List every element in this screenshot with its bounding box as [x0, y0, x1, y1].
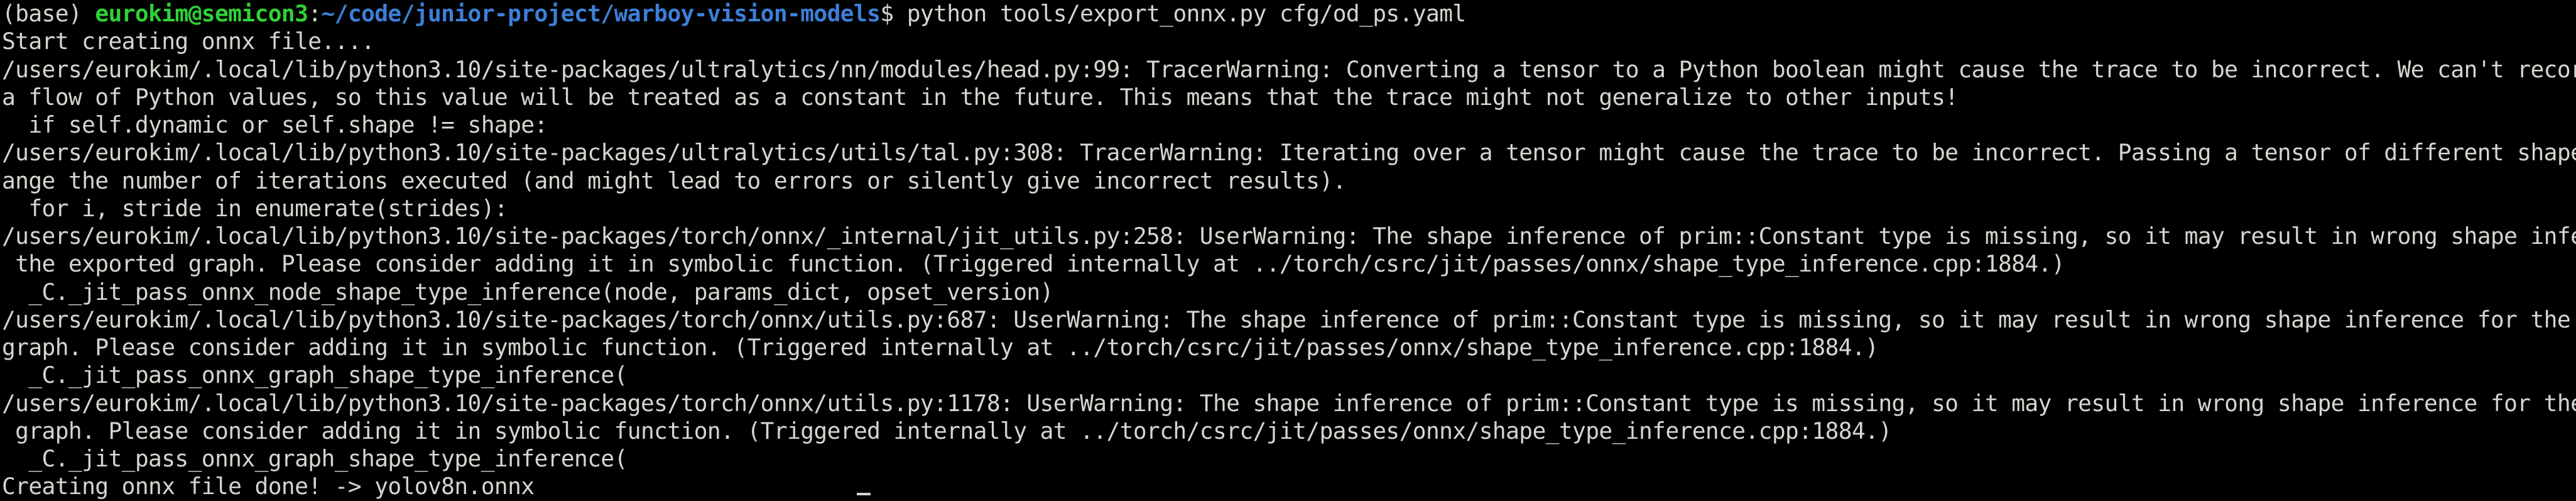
output-line: graph. Please consider adding it in symb…: [2, 417, 1892, 444]
command-text: python tools/export_onnx.py cfg/od_ps.ya…: [906, 0, 1466, 27]
output-line: /users/eurokim/.local/lib/python3.10/sit…: [2, 223, 2576, 250]
output-line: Creating onnx file done! -> yolov8n.onnx: [2, 473, 535, 500]
output-line: the exported graph. Please consider addi…: [2, 250, 2065, 278]
output-line: a flow of Python values, so this value w…: [2, 83, 1959, 111]
output-line: Start creating onnx file....: [2, 28, 375, 55]
output-line: /users/eurokim/.local/lib/python3.10/sit…: [2, 139, 2576, 167]
output-line: _C._jit_pass_onnx_graph_shape_type_infer…: [2, 361, 628, 389]
output-line: for i, stride in enumerate(strides):: [2, 194, 508, 222]
prompt-line: (base) eurokim@semicon3:~/code/junior-pr…: [2, 0, 2576, 28]
conda-env: (base): [2, 0, 95, 27]
prompt-symbol: $: [880, 0, 907, 27]
output-line: /users/eurokim/.local/lib/python3.10/sit…: [2, 55, 2576, 83]
prompt-colon: :: [308, 0, 322, 27]
output-line: if self.dynamic or self.shape != shape:: [2, 111, 548, 138]
output-line: graph. Please consider adding it in symb…: [2, 334, 1879, 361]
output-line: _C._jit_pass_onnx_node_shape_type_infere…: [2, 278, 1053, 306]
output-line: /users/eurokim/.local/lib/python3.10/sit…: [2, 306, 2576, 333]
output-line: ange the number of iterations executed (…: [2, 167, 1346, 194]
user-host: eurokim@semicon3: [95, 0, 308, 27]
output-line: _C._jit_pass_onnx_graph_shape_type_infer…: [2, 445, 628, 472]
text-cursor: [857, 493, 871, 495]
working-directory: ~/code/junior-project/warboy-vision-mode…: [321, 0, 881, 27]
output-line: /users/eurokim/.local/lib/python3.10/sit…: [2, 389, 2576, 417]
terminal-window[interactable]: (base) eurokim@semicon3:~/code/junior-pr…: [0, 0, 2576, 501]
